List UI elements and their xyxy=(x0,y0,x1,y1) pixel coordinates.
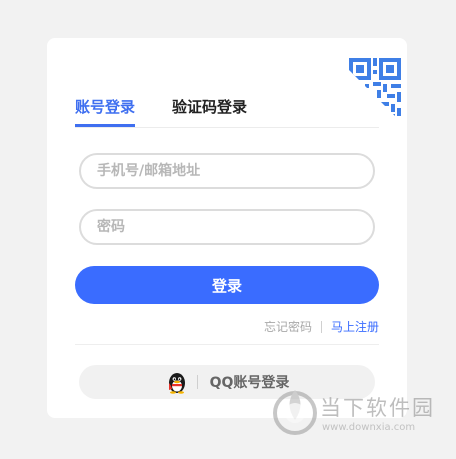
auth-links: 忘记密码 马上注册 xyxy=(264,318,379,335)
login-button[interactable]: 登录 xyxy=(75,266,379,304)
phone-email-input[interactable] xyxy=(79,153,375,189)
downxia-logo-icon xyxy=(273,390,317,435)
tab-sms-login[interactable]: 验证码登录 xyxy=(172,96,247,117)
section-divider xyxy=(75,344,379,345)
watermark-title: 当下软件园 xyxy=(320,396,435,420)
login-tabs: 账号登录 验证码登录 xyxy=(75,96,379,128)
login-card: 账号登录 验证码登录 登录 忘记密码 马上注册 QQ账号登录 xyxy=(47,38,407,418)
qq-separator xyxy=(196,375,198,389)
forgot-password-link[interactable]: 忘记密码 xyxy=(264,318,312,335)
qq-penguin-icon xyxy=(168,373,185,394)
watermark: 当下软件园 www.downxia.com xyxy=(270,386,450,446)
watermark-url: www.downxia.com xyxy=(322,422,416,433)
password-input[interactable] xyxy=(79,209,375,245)
register-link[interactable]: 马上注册 xyxy=(331,318,379,335)
links-separator xyxy=(320,320,322,333)
tab-account-login[interactable]: 账号登录 xyxy=(75,96,136,127)
